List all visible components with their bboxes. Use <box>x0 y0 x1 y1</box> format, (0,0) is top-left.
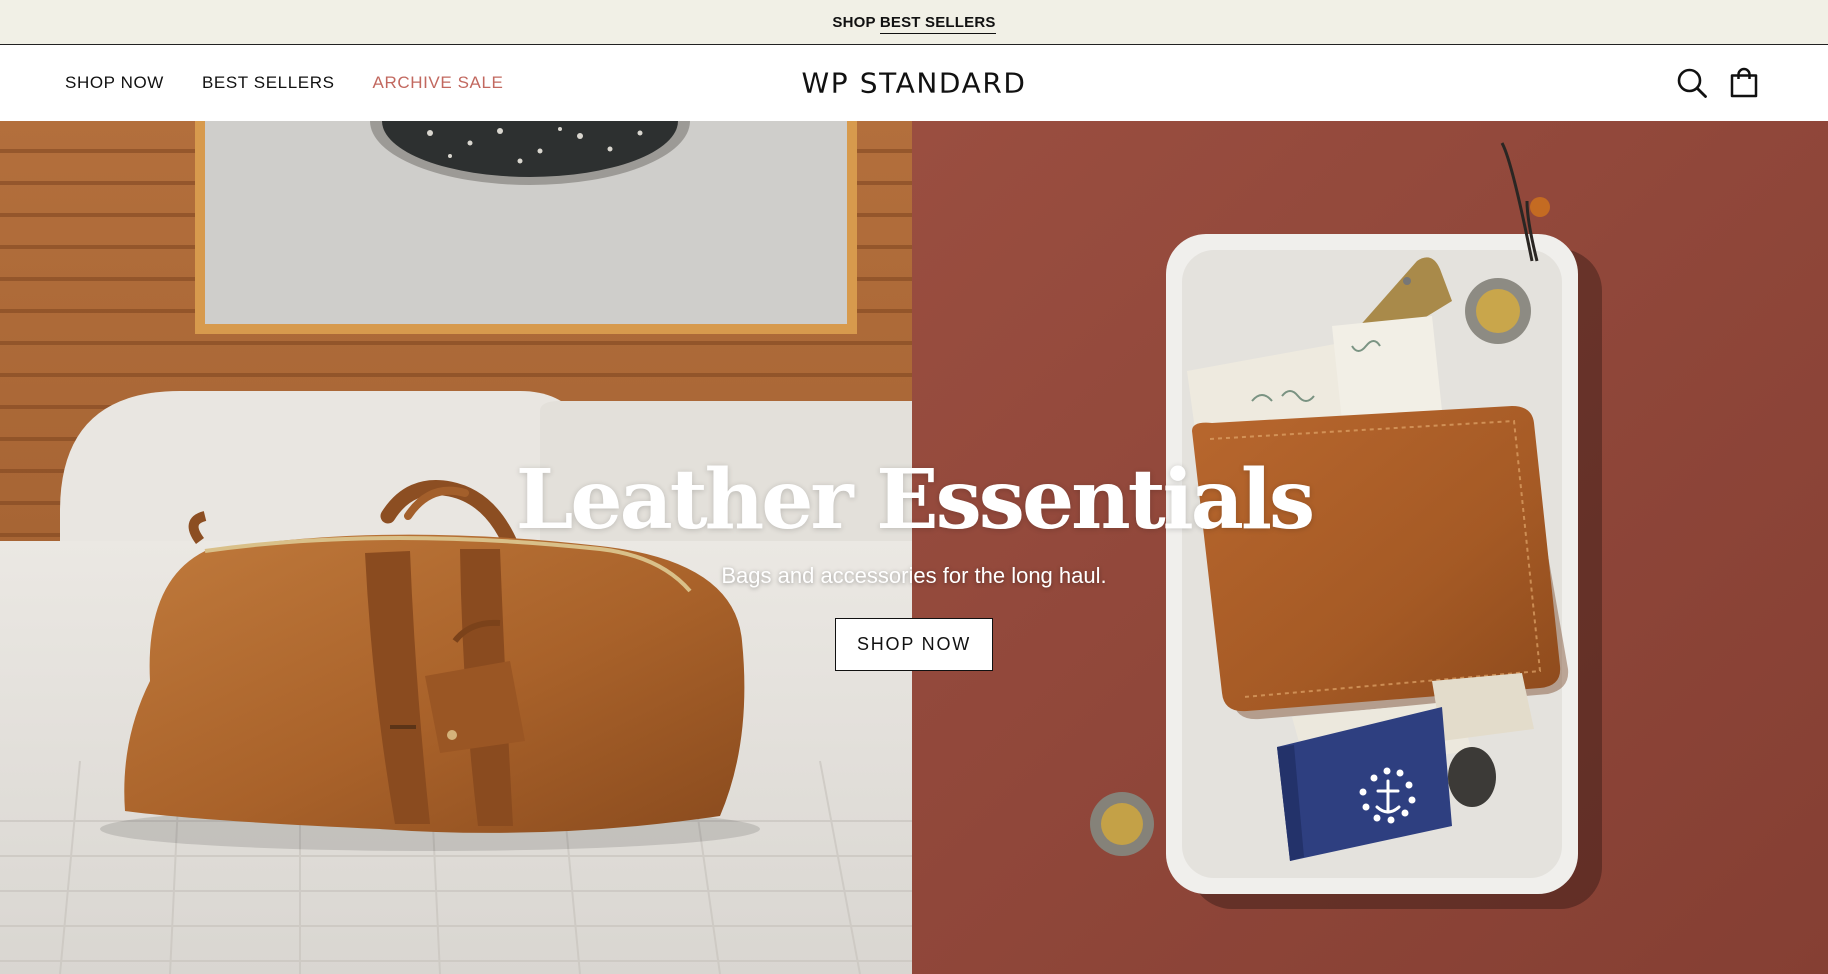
announcement-bar: SHOP BEST SELLERS <box>0 0 1828 45</box>
announcement-prefix: SHOP <box>832 13 880 31</box>
leather-duffel-bag-photo <box>0 121 912 974</box>
main-nav: SHOP NOW BEST SELLERS ARCHIVE SALE <box>65 73 503 93</box>
site-header: SHOP NOW BEST SELLERS ARCHIVE SALE WP ST… <box>0 45 1828 121</box>
shopping-bag-icon[interactable] <box>1728 67 1760 99</box>
announcement-link[interactable]: SHOP BEST SELLERS <box>832 13 996 34</box>
announcement-link-text: BEST SELLERS <box>879 13 996 34</box>
nav-best-sellers[interactable]: BEST SELLERS <box>202 73 335 93</box>
nav-archive-sale[interactable]: ARCHIVE SALE <box>373 73 504 93</box>
hero-shop-now-button[interactable]: SHOP NOW <box>835 618 993 671</box>
nav-shop-now[interactable]: SHOP NOW <box>65 73 164 93</box>
leather-wallet-tray-photo <box>912 121 1828 974</box>
hero-banner: Leather Essentials Bags and accessories … <box>0 121 1828 974</box>
search-icon[interactable] <box>1676 67 1708 99</box>
site-logo[interactable]: WP STANDARD <box>801 67 1026 100</box>
header-actions <box>1676 67 1760 99</box>
